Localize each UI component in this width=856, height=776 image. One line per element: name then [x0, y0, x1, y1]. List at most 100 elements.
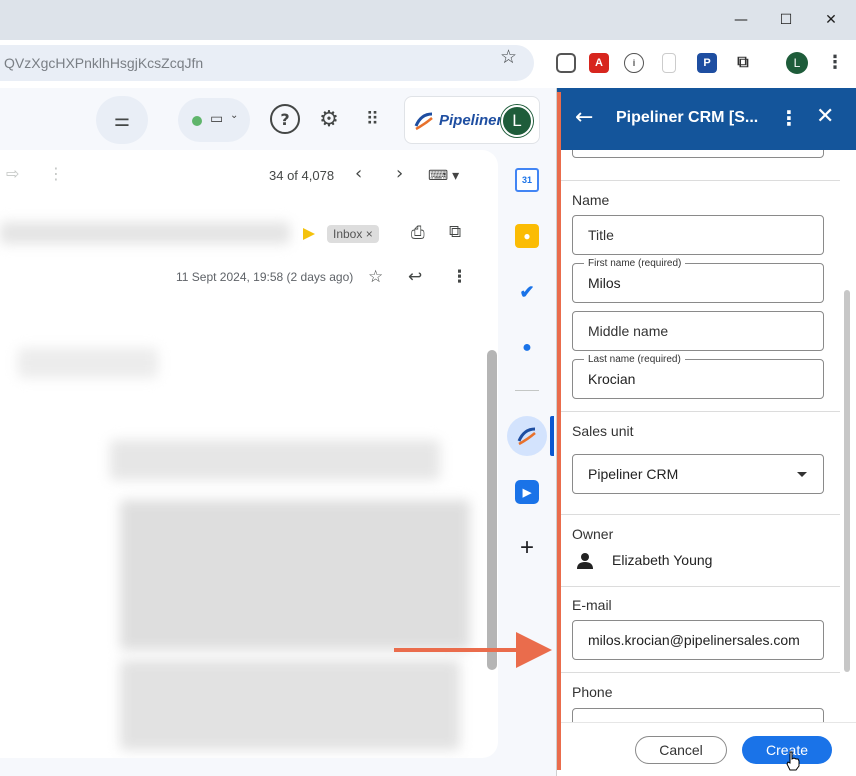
sender-blurred — [18, 348, 158, 378]
section-divider — [561, 411, 840, 412]
back-arrow-icon[interactable]: ← — [575, 105, 593, 130]
more-options-icon[interactable]: ⋮ — [48, 164, 64, 183]
tasks-icon[interactable]: ✔ — [515, 280, 539, 304]
pipeliner-icon — [517, 427, 536, 446]
meet-video-icon[interactable]: ▶ — [515, 480, 539, 504]
help-icon[interactable]: ? — [270, 104, 300, 134]
section-divider — [561, 180, 840, 181]
email-body-blurred — [110, 440, 440, 480]
more-options-icon[interactable]: ⋮ — [779, 106, 799, 130]
apps-grid-icon[interactable]: ⠿ — [358, 104, 388, 134]
annotation-line — [557, 92, 561, 770]
last-name-field[interactable]: Last name (required) Krocian — [572, 354, 824, 399]
older-message-icon[interactable]: › — [396, 163, 403, 184]
pipeliner-crm-panel: ← Pipeliner CRM [S... ⋮ ✕ Name Title Fir… — [556, 88, 856, 776]
search-options-icon[interactable]: ⚌ — [96, 96, 148, 144]
email-date: 11 Sept 2024, 19:58 (2 days ago) — [176, 270, 354, 284]
inbox-label-text: Inbox — [333, 227, 363, 241]
first-name-field[interactable]: First name (required) Milos — [572, 258, 824, 303]
extension-circle-icon[interactable]: i — [624, 53, 644, 73]
middle-name-field[interactable]: Middle name — [572, 311, 824, 351]
email-body-blurred — [120, 660, 460, 750]
email-label: E-mail — [572, 597, 612, 613]
add-addon-icon[interactable]: + — [515, 534, 539, 561]
pipeliner-logo-icon — [414, 112, 433, 131]
extensions-puzzle-icon[interactable]: ⧉ — [733, 53, 753, 73]
first-name-value: Milos — [588, 275, 621, 291]
message-counter: 34 of 4,078 — [269, 168, 335, 183]
back-arrow-icon[interactable]: ⇨ — [6, 164, 19, 184]
star-icon[interactable]: ☆ — [368, 267, 383, 287]
section-divider — [561, 586, 840, 587]
sales-unit-label: Sales unit — [572, 423, 634, 439]
first-name-label: First name (required) — [584, 258, 686, 269]
pipeliner-logo-text: Pipeliner — [439, 112, 503, 129]
side-panel-rail: 31 ● ✔ ● ▶ + — [498, 150, 556, 776]
print-icon[interactable]: ⎙ — [411, 223, 425, 243]
dropdown-caret-icon — [797, 472, 807, 477]
email-scrollbar[interactable] — [487, 350, 497, 670]
close-icon[interactable]: ✕ — [816, 104, 834, 129]
gmail-header: ⚌ ▭ ⌄ ? ⚙ ⠿ Pipeliner L — [0, 88, 556, 150]
pipeliner-account-chip[interactable]: Pipeliner L — [404, 96, 540, 144]
more-actions-icon[interactable]: ⋮ — [451, 267, 468, 287]
rail-divider — [515, 390, 539, 391]
email-value: milos.krocian@pipelinersales.com — [588, 632, 800, 648]
bookmark-star-icon[interactable]: ☆ — [500, 46, 517, 68]
extension-blank-icon[interactable] — [662, 53, 676, 73]
email-field[interactable]: milos.krocian@pipelinersales.com — [572, 620, 824, 660]
importance-marker-icon[interactable] — [303, 228, 315, 240]
inbox-label-chip[interactable]: Inbox × — [327, 225, 379, 243]
crm-scrollbar[interactable] — [844, 290, 850, 672]
sales-unit-select[interactable]: Pipeliner CRM — [572, 454, 824, 494]
newer-message-icon[interactable]: ‹ — [355, 163, 362, 184]
account-avatar: L — [501, 105, 533, 137]
close-window-button[interactable]: ✕ — [816, 6, 846, 34]
cancel-button[interactable]: Cancel — [635, 736, 727, 764]
url-text: QVzXgcHXPnklhHsgjKcsZcqJfn — [4, 55, 204, 71]
middle-name-placeholder: Middle name — [588, 323, 669, 339]
browser-toolbar: QVzXgcHXPnklhHsgjKcsZcqJfn ☆ A i P ⧉ L ⋮ — [0, 40, 856, 88]
remove-label-icon[interactable]: × — [366, 227, 373, 241]
open-new-window-icon[interactable]: ⧉ — [449, 222, 461, 242]
maximize-button[interactable]: ☐ — [771, 6, 801, 34]
pipeliner-extension-icon[interactable]: P — [697, 53, 717, 73]
owner-label: Owner — [572, 526, 614, 542]
pdf-extension-icon[interactable]: A — [589, 53, 609, 73]
settings-gear-icon[interactable]: ⚙ — [314, 104, 344, 134]
owner-name: Elizabeth Young — [612, 552, 713, 568]
chevron-down-icon: ⌄ — [230, 110, 239, 121]
profile-avatar[interactable]: L — [786, 52, 808, 74]
annotation-arrow-icon — [394, 632, 552, 668]
sales-unit-value: Pipeliner CRM — [588, 466, 679, 482]
section-divider — [561, 672, 840, 673]
last-name-label: Last name (required) — [584, 354, 685, 365]
phone-label: Phone — [572, 684, 613, 700]
calendar-status-icon: ▭ — [210, 110, 224, 126]
crm-header: ← Pipeliner CRM [S... ⋮ ✕ — [557, 88, 856, 150]
crm-form: Name Title First name (required) Milos M… — [557, 150, 856, 722]
hand-cursor-icon — [786, 751, 800, 771]
reply-icon[interactable]: ↩ — [408, 267, 422, 287]
browser-title-bar: — ☐ ✕ — [0, 0, 856, 40]
status-selector[interactable]: ▭ ⌄ — [178, 98, 250, 142]
extension-icon[interactable] — [556, 53, 576, 73]
keep-icon[interactable]: ● — [515, 224, 539, 248]
contacts-icon[interactable]: ● — [515, 336, 539, 360]
email-subject-blurred — [0, 222, 290, 244]
name-section-label: Name — [572, 192, 610, 208]
title-field[interactable]: Title — [572, 215, 824, 255]
person-icon — [577, 553, 593, 569]
crm-panel-title: Pipeliner CRM [S... — [616, 109, 759, 126]
crm-footer: Cancel Create — [557, 722, 856, 776]
phone-field[interactable] — [572, 708, 824, 722]
active-status-icon — [192, 116, 202, 126]
keyboard-icon[interactable]: ⌨ ▾ — [428, 167, 459, 184]
previous-field[interactable] — [572, 150, 824, 158]
minimize-button[interactable]: — — [726, 6, 756, 34]
address-bar[interactable]: QVzXgcHXPnklhHsgjKcsZcqJfn — [0, 45, 534, 81]
pipeliner-rail-button[interactable] — [507, 416, 547, 456]
calendar-icon[interactable]: 31 — [515, 168, 539, 192]
browser-menu-icon[interactable]: ⋮ — [826, 52, 844, 73]
section-divider — [561, 514, 840, 515]
